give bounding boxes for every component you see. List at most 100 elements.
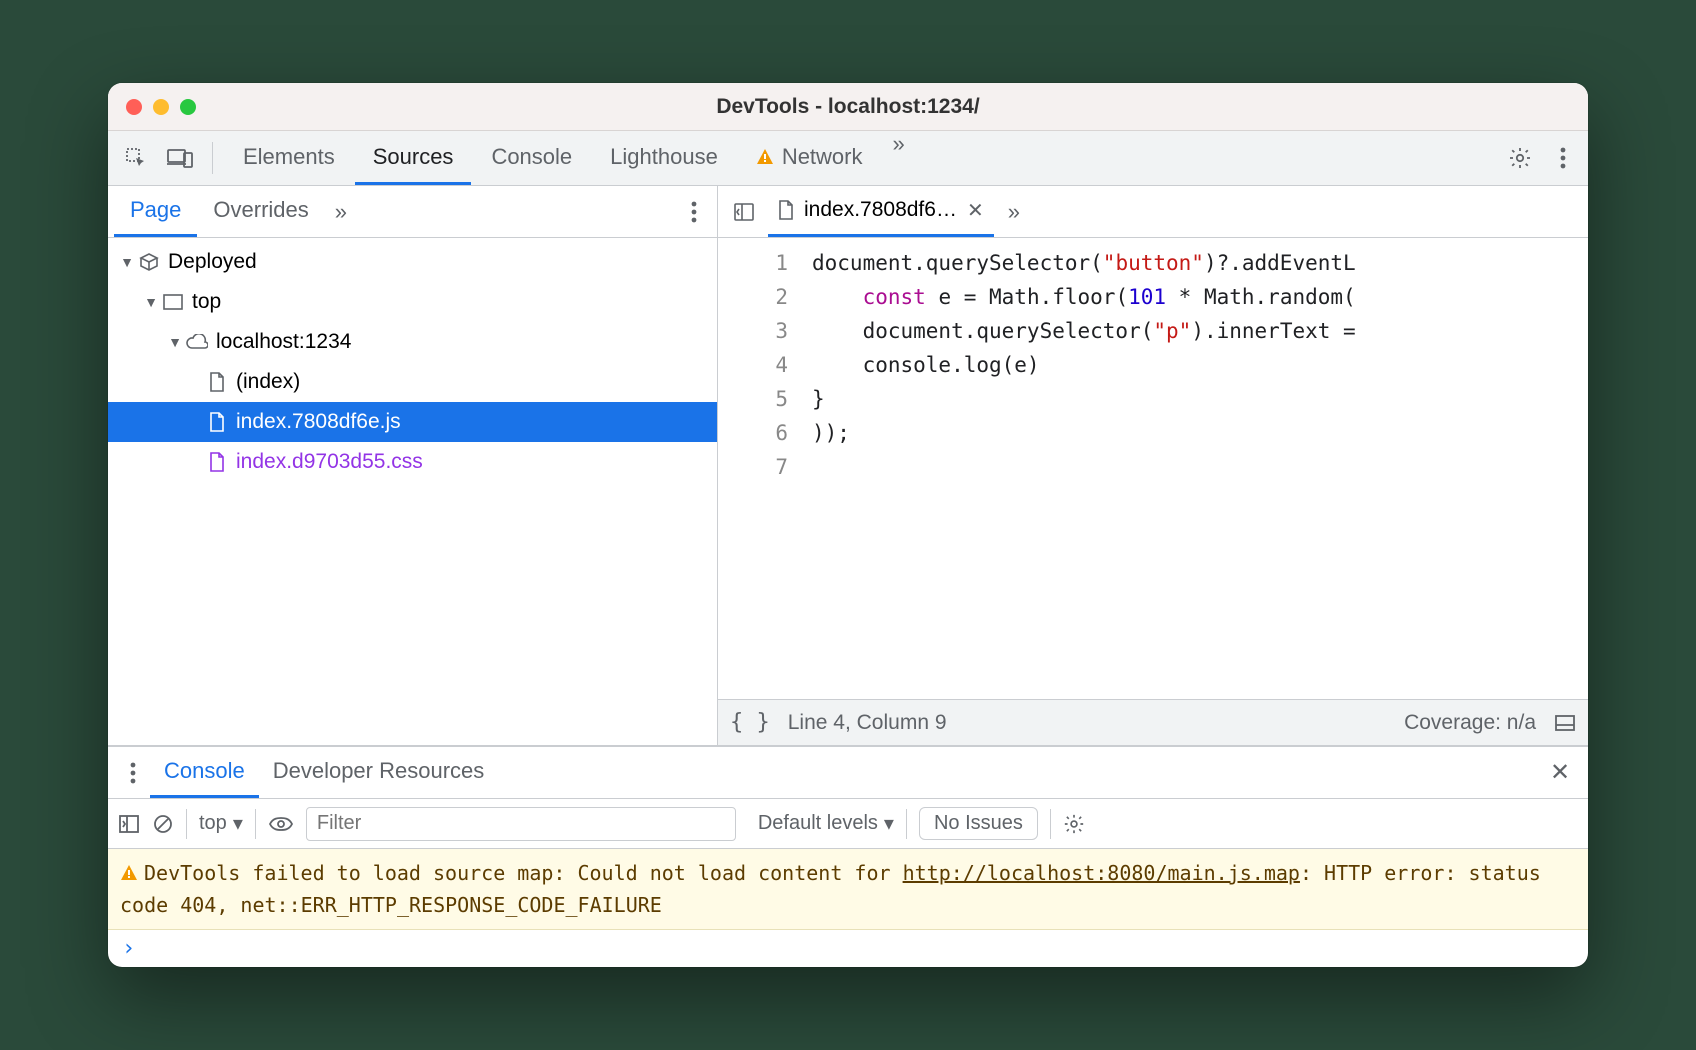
chevron-down-icon: ▾ bbox=[233, 811, 243, 836]
more-navigator-tabs[interactable]: » bbox=[325, 199, 357, 225]
expand-arrow-icon: ▼ bbox=[142, 294, 160, 310]
clear-console-icon[interactable] bbox=[152, 813, 174, 835]
tab-label: Overrides bbox=[213, 197, 308, 223]
navigator-tab-overrides[interactable]: Overrides bbox=[197, 186, 324, 237]
tab-label: Network bbox=[782, 144, 863, 170]
close-tab-icon[interactable]: ✕ bbox=[967, 198, 984, 223]
tab-elements[interactable]: Elements bbox=[225, 131, 353, 185]
code-content: document.querySelector("button")?.addEve… bbox=[802, 238, 1588, 699]
toggle-navigator-icon[interactable] bbox=[724, 192, 764, 232]
show-drawer-icon[interactable] bbox=[1554, 714, 1576, 732]
cursor-position: Line 4, Column 9 bbox=[788, 711, 947, 735]
code-editor[interactable]: 1234567 document.querySelector("button")… bbox=[718, 238, 1588, 699]
context-selector[interactable]: top ▾ bbox=[199, 811, 243, 836]
separator bbox=[1050, 809, 1051, 839]
window-title: DevTools - localhost:1234/ bbox=[108, 95, 1588, 119]
toolbar-right bbox=[1500, 138, 1580, 178]
separator bbox=[212, 142, 213, 174]
separator bbox=[255, 809, 256, 839]
tree-file-index[interactable]: (index) bbox=[108, 362, 717, 402]
tab-network[interactable]: Network bbox=[738, 131, 881, 185]
settings-icon[interactable] bbox=[1500, 138, 1540, 178]
separator bbox=[186, 809, 187, 839]
tab-console[interactable]: Console bbox=[473, 131, 590, 185]
levels-label: Default levels bbox=[758, 812, 878, 835]
titlebar: DevTools - localhost:1234/ bbox=[108, 83, 1588, 131]
editor-pane: index.7808df6… ✕ » 1234567 document.quer… bbox=[718, 186, 1588, 745]
navigator-more-icon[interactable] bbox=[677, 195, 711, 229]
tab-label: Elements bbox=[243, 144, 335, 170]
tab-label: Console bbox=[164, 758, 245, 784]
issues-button[interactable]: No Issues bbox=[919, 807, 1038, 840]
close-drawer-icon[interactable]: ✕ bbox=[1540, 753, 1580, 793]
navigator-pane: Page Overrides » ▼ Deployed ▼ bbox=[108, 186, 718, 745]
tab-label: Console bbox=[491, 144, 572, 170]
tree-host[interactable]: ▼ localhost:1234 bbox=[108, 322, 717, 362]
drawer: Console Developer Resources ✕ top ▾ Defau… bbox=[108, 746, 1588, 967]
more-tabs-button[interactable]: » bbox=[883, 131, 915, 185]
editor-tab-label: index.7808df6… bbox=[804, 198, 957, 222]
tree-file-css[interactable]: index.d9703d55.css bbox=[108, 442, 717, 482]
panel-tabs: Elements Sources Console Lighthouse Netw… bbox=[225, 131, 915, 185]
expand-arrow-icon: ▼ bbox=[118, 254, 136, 270]
tree-deployed[interactable]: ▼ Deployed bbox=[108, 242, 717, 282]
cloud-icon bbox=[184, 334, 210, 350]
console-settings-icon[interactable] bbox=[1063, 813, 1085, 835]
tab-lighthouse[interactable]: Lighthouse bbox=[592, 131, 736, 185]
live-expression-icon[interactable] bbox=[268, 815, 294, 833]
warning-text: DevTools failed to load source map: Coul… bbox=[144, 861, 903, 885]
line-numbers: 1234567 bbox=[718, 238, 802, 699]
navigator-tab-page[interactable]: Page bbox=[114, 186, 197, 237]
minimize-window-button[interactable] bbox=[153, 99, 169, 115]
drawer-more-icon[interactable] bbox=[116, 756, 150, 790]
zoom-window-button[interactable] bbox=[180, 99, 196, 115]
frame-icon bbox=[160, 294, 186, 310]
console-warning-row: DevTools failed to load source map: Coul… bbox=[108, 849, 1588, 930]
context-label: top bbox=[199, 812, 227, 835]
tree-top[interactable]: ▼ top bbox=[108, 282, 717, 322]
file-icon bbox=[778, 200, 794, 220]
editor-statusbar: { } Line 4, Column 9 Coverage: n/a bbox=[718, 699, 1588, 745]
main-toolbar: Elements Sources Console Lighthouse Netw… bbox=[108, 131, 1588, 186]
warning-icon bbox=[120, 864, 138, 882]
inspect-element-icon[interactable] bbox=[116, 138, 156, 178]
devtools-window: DevTools - localhost:1234/ Elements Sour… bbox=[108, 83, 1588, 967]
file-icon bbox=[204, 412, 230, 432]
device-toolbar-icon[interactable] bbox=[160, 138, 200, 178]
drawer-tabs: Console Developer Resources ✕ bbox=[108, 747, 1588, 799]
more-editor-tabs[interactable]: » bbox=[998, 199, 1030, 225]
window-controls bbox=[126, 99, 196, 115]
chevron-down-icon: ▾ bbox=[884, 811, 894, 836]
tab-label: Page bbox=[130, 197, 181, 223]
log-levels-selector[interactable]: Default levels ▾ bbox=[758, 811, 894, 836]
issues-label: No Issues bbox=[934, 812, 1023, 834]
editor-tabs: index.7808df6… ✕ » bbox=[718, 186, 1588, 238]
close-window-button[interactable] bbox=[126, 99, 142, 115]
console-filter-input[interactable] bbox=[306, 807, 736, 841]
drawer-tab-devres[interactable]: Developer Resources bbox=[259, 747, 499, 798]
console-toolbar: top ▾ Default levels ▾ No Issues bbox=[108, 799, 1588, 849]
drawer-tab-console[interactable]: Console bbox=[150, 747, 259, 798]
tab-label: Sources bbox=[373, 144, 454, 170]
tree-label: index.d9703d55.css bbox=[236, 450, 423, 474]
warning-link[interactable]: http://localhost:8080/main.js.map bbox=[903, 861, 1300, 885]
file-tree: ▼ Deployed ▼ top ▼ localhost:1234 bbox=[108, 238, 717, 745]
file-icon bbox=[204, 372, 230, 392]
tree-label: index.7808df6e.js bbox=[236, 410, 401, 434]
warning-icon bbox=[756, 148, 774, 166]
tree-label: top bbox=[192, 290, 221, 314]
console-sidebar-icon[interactable] bbox=[118, 814, 140, 834]
tab-sources[interactable]: Sources bbox=[355, 131, 472, 185]
console-prompt[interactable]: › bbox=[108, 930, 1588, 967]
editor-tab-active[interactable]: index.7808df6… ✕ bbox=[768, 186, 994, 237]
tab-label: Lighthouse bbox=[610, 144, 718, 170]
coverage-status: Coverage: n/a bbox=[1404, 711, 1536, 735]
file-icon bbox=[204, 452, 230, 472]
sources-panes: Page Overrides » ▼ Deployed ▼ bbox=[108, 186, 1588, 746]
expand-arrow-icon: ▼ bbox=[166, 334, 184, 350]
tree-file-js[interactable]: index.7808df6e.js bbox=[108, 402, 717, 442]
more-options-icon[interactable] bbox=[1546, 141, 1580, 175]
tab-label: Developer Resources bbox=[273, 758, 485, 784]
pretty-print-icon[interactable]: { } bbox=[730, 710, 770, 735]
separator bbox=[906, 809, 907, 839]
